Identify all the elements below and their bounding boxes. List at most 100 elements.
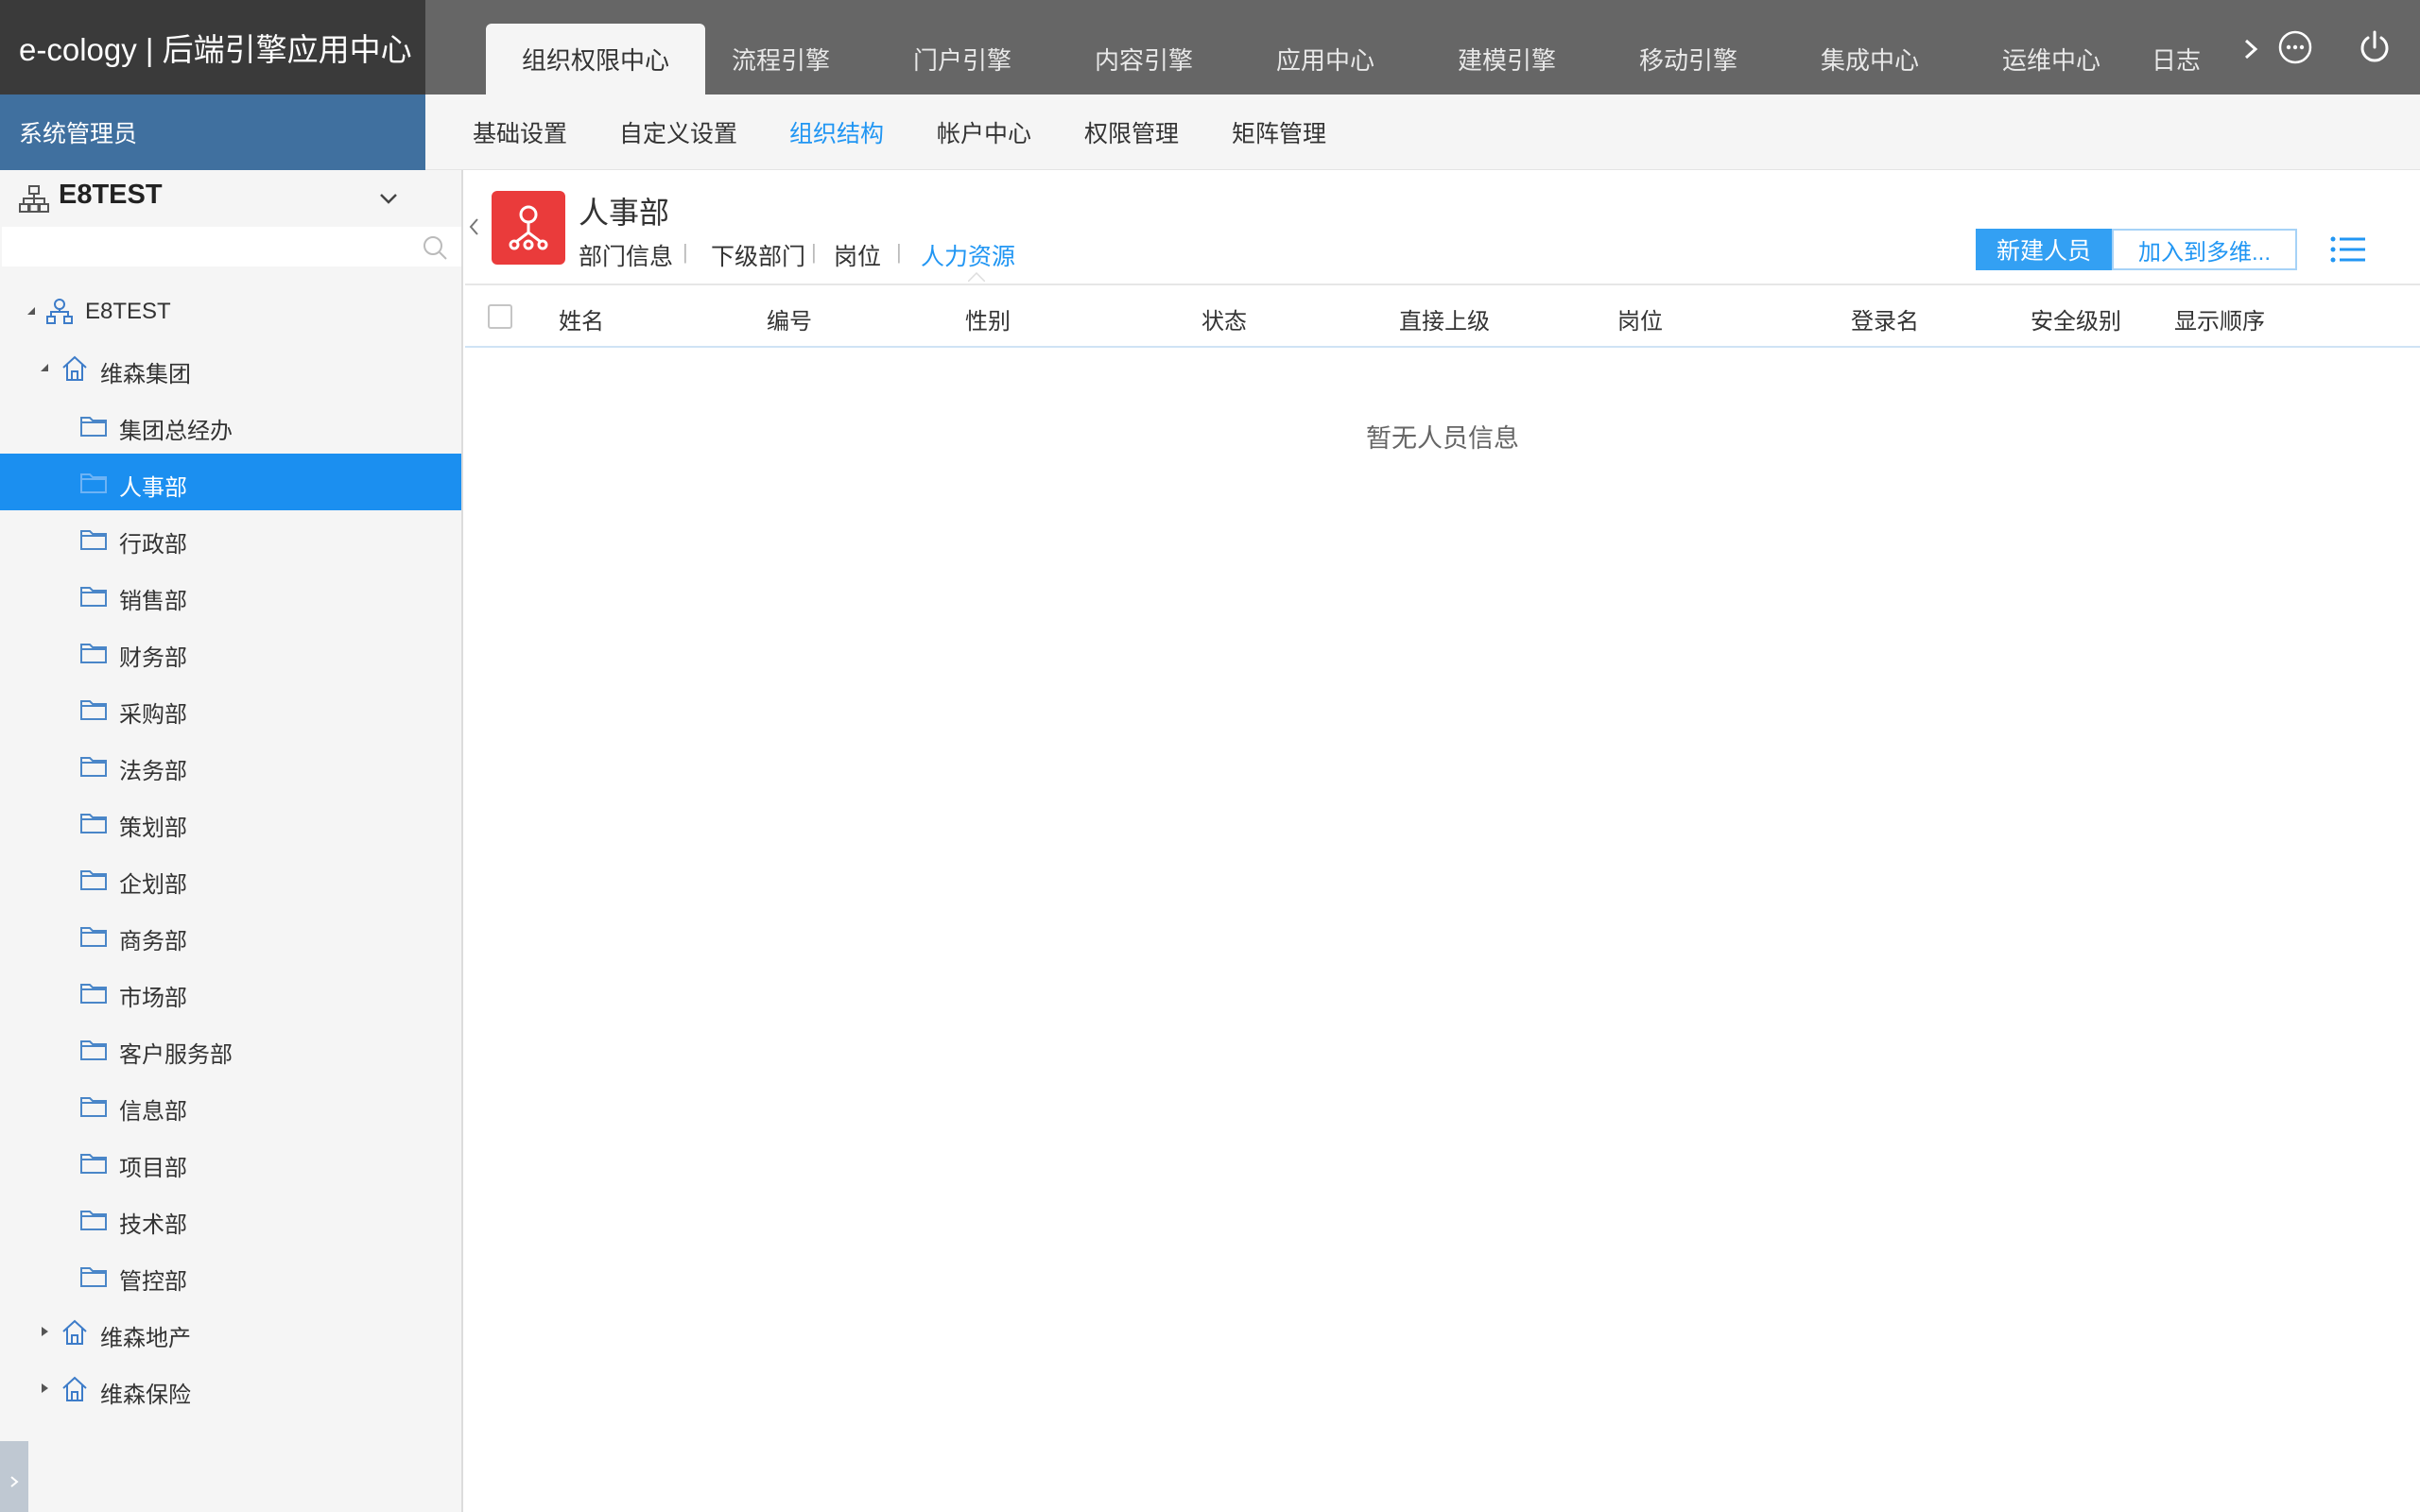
column-header[interactable]: 性别 <box>965 302 1011 335</box>
tree-node-label: 市场部 <box>119 986 187 1011</box>
folder-icon <box>80 927 107 947</box>
tree-node-dept[interactable]: 客户服务部 <box>0 1021 461 1077</box>
tree-node-company[interactable]: 维森地产 <box>0 1304 461 1361</box>
home-icon <box>62 1319 87 1345</box>
folder-icon <box>80 1211 107 1230</box>
folder-icon <box>80 814 107 833</box>
tab-human-resources[interactable]: 人力资源 <box>921 238 1015 272</box>
tree-node-label: 客户服务部 <box>119 1042 233 1068</box>
sidebar-collapse-handle[interactable] <box>0 1441 28 1512</box>
tree-node-dept[interactable]: 企划部 <box>0 850 461 907</box>
tree-node-dept[interactable]: 商务部 <box>0 907 461 964</box>
collapsed-triangle-icon[interactable] <box>38 1382 51 1395</box>
list-menu-icon[interactable] <box>2329 234 2367 265</box>
tree-node-label: 人事部 <box>119 475 187 501</box>
tree-node-label: 法务部 <box>119 759 187 784</box>
tree-node-dept[interactable]: 管控部 <box>0 1247 461 1304</box>
tab-log[interactable]: 日志 <box>2152 24 2227 94</box>
tab-sub-depts[interactable]: 下级部门 <box>711 238 805 272</box>
folder-icon <box>80 1097 107 1117</box>
column-header[interactable]: 姓名 <box>559 302 604 335</box>
column-header[interactable]: 安全级别 <box>2031 302 2121 335</box>
folder-icon <box>80 417 107 437</box>
tree-node-label: 财务部 <box>119 645 187 671</box>
folder-icon <box>80 1267 107 1287</box>
tree-node-label: 信息部 <box>119 1099 187 1125</box>
collapsed-triangle-icon[interactable] <box>38 1325 51 1338</box>
tree-node-dept[interactable]: 市场部 <box>0 964 461 1021</box>
folder-icon <box>80 870 107 890</box>
subnav-basic-settings[interactable]: 基础设置 <box>473 94 567 170</box>
folder-icon <box>80 1154 107 1174</box>
expanded-triangle-icon[interactable] <box>25 304 38 318</box>
org-selector[interactable]: E8TEST <box>0 170 463 227</box>
folder-icon <box>80 700 107 720</box>
subnav-permission[interactable]: 权限管理 <box>1084 94 1179 170</box>
subnav-account-center[interactable]: 帐户中心 <box>937 94 1031 170</box>
tab-separator: | <box>811 240 817 264</box>
new-person-button[interactable]: 新建人员 <box>1976 229 2112 270</box>
tree-node-label: E8TEST <box>85 299 171 324</box>
tree-node-dept[interactable]: 策划部 <box>0 794 461 850</box>
tab-positions[interactable]: 岗位 <box>834 238 881 272</box>
folder-icon <box>80 587 107 607</box>
tree-node-label: 企划部 <box>119 872 187 898</box>
tree-node-dept[interactable]: 财务部 <box>0 624 461 680</box>
more-circle-icon[interactable] <box>2276 28 2314 66</box>
tree-node-label: 管控部 <box>119 1269 187 1295</box>
expanded-triangle-icon[interactable] <box>38 361 51 374</box>
tree-node-label: 策划部 <box>119 816 187 841</box>
chevron-down-icon[interactable] <box>378 191 399 206</box>
folder-icon <box>80 1040 107 1060</box>
folder-icon <box>80 473 107 493</box>
add-to-multi-button[interactable]: 加入到多维... <box>2112 229 2297 270</box>
tree-node-dept[interactable]: 集团总经办 <box>0 397 461 454</box>
chevron-right-icon <box>10 1475 19 1487</box>
tree-node-dept[interactable]: 技术部 <box>0 1191 461 1247</box>
column-header[interactable]: 编号 <box>767 302 812 335</box>
tree-node-root[interactable]: E8TEST <box>0 284 461 340</box>
column-header[interactable]: 直接上级 <box>1399 302 1490 335</box>
tree-node-label: 技术部 <box>119 1212 187 1238</box>
tree-node-dept[interactable]: 信息部 <box>0 1077 461 1134</box>
tree-node-label: 维森集团 <box>100 362 191 387</box>
select-all-checkbox[interactable] <box>488 304 512 329</box>
folder-icon <box>80 984 107 1004</box>
tree-node-dept[interactable]: 行政部 <box>0 510 461 567</box>
column-header[interactable]: 状态 <box>1201 302 1247 335</box>
tree-node-dept[interactable]: 法务部 <box>0 737 461 794</box>
tree-node-label: 维森保险 <box>100 1383 191 1408</box>
org-name: E8TEST <box>59 180 163 210</box>
subnav-matrix[interactable]: 矩阵管理 <box>1232 94 1326 170</box>
table-header: 姓名 编号 性别 状态 直接上级 岗位 登录名 安全级别 显示顺序 <box>465 285 2420 348</box>
column-header[interactable]: 显示顺序 <box>2174 302 2265 335</box>
tree-node-dept-selected[interactable]: 人事部 <box>0 454 461 510</box>
tree-node-company[interactable]: 维森保险 <box>0 1361 461 1418</box>
tree-node-company[interactable]: 维森集团 <box>0 340 461 397</box>
tab-dept-info[interactable]: 部门信息 <box>579 238 673 272</box>
tree-node-label: 采购部 <box>119 702 187 728</box>
tree-node-label: 项目部 <box>119 1156 187 1181</box>
column-header[interactable]: 岗位 <box>1617 302 1663 335</box>
subnav-org-structure[interactable]: 组织结构 <box>789 94 884 170</box>
folder-icon <box>80 530 107 550</box>
search-icon[interactable] <box>422 234 448 261</box>
power-icon[interactable] <box>2356 28 2394 66</box>
chevron-left-icon[interactable] <box>467 215 480 238</box>
column-header[interactable]: 登录名 <box>1851 302 1919 335</box>
department-icon <box>492 191 565 265</box>
tree-node-dept[interactable]: 采购部 <box>0 680 461 737</box>
tree-node-label: 销售部 <box>119 589 187 614</box>
org-tree-icon <box>19 185 49 213</box>
tree-node-label: 行政部 <box>119 532 187 558</box>
tree-node-label: 集团总经办 <box>119 419 233 444</box>
top-bar: e-cology | 后端引擎应用中心 组织权限中心 流程引擎 门户引擎 内容引… <box>0 0 2420 94</box>
home-icon <box>62 355 87 381</box>
tree-node-dept[interactable]: 项目部 <box>0 1134 461 1191</box>
chevron-right-icon[interactable] <box>2240 38 2261 60</box>
main-content: 人事部 部门信息 | 下级部门 | 岗位 | 人力资源 新建人员 加入到多维..… <box>465 170 2420 1512</box>
tab-ops[interactable]: 运维中心 <box>1942 24 2161 94</box>
tree-node-dept[interactable]: 销售部 <box>0 567 461 624</box>
subnav-custom-settings[interactable]: 自定义设置 <box>619 94 737 170</box>
sidebar-search-input[interactable] <box>2 227 461 266</box>
